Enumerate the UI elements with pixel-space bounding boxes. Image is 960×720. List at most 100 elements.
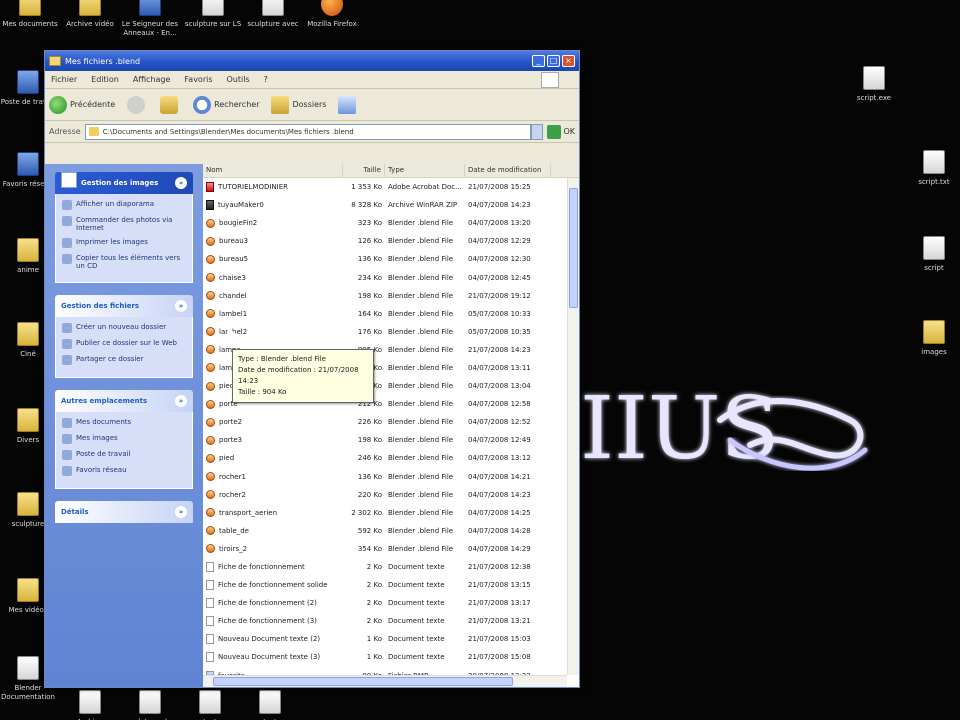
folders-button[interactable]: Dossiers (271, 95, 326, 114)
file-row[interactable]: Nouveau Document texte (3) 1 Ko Document t… (203, 648, 567, 666)
desktop-icon[interactable]: Mes documents (0, 0, 60, 29)
horizontal-scrollbar[interactable] (203, 675, 567, 687)
file-row[interactable]: transport_aerien 2 302 Ko Blender .blend F… (203, 504, 567, 522)
title-bar[interactable]: Mes fichiers .blend _ □ × (45, 51, 579, 71)
desktop-icon[interactable]: script.txt (904, 150, 960, 187)
desktop-icon[interactable]: sculpture avec (243, 0, 303, 29)
computer-icon (17, 70, 39, 94)
task-link[interactable]: Afficher un diaporama (62, 200, 186, 210)
file-date: 21/07/2008 14:23 (468, 345, 531, 354)
column-header-date[interactable]: Date de modification (465, 164, 551, 177)
task-link[interactable]: Publier ce dossier sur le Web (62, 339, 186, 349)
menu-item[interactable]: Edition (91, 75, 119, 84)
file-row[interactable]: lambel2 176 Ko Blender .blend File 05/07/20… (203, 323, 567, 341)
task-link[interactable]: Partager ce dossier (62, 355, 186, 365)
desktop-icon[interactable]: sculpture sur LS (183, 0, 243, 29)
column-header-name[interactable]: Nom (203, 164, 343, 177)
document-icon (923, 236, 945, 260)
collapse-chevron-icon[interactable]: » (175, 300, 187, 312)
back-button[interactable]: Précédente (49, 95, 115, 114)
file-row[interactable]: table_de 592 Ko Blender .blend File 04/07/2… (203, 522, 567, 540)
file-list[interactable]: Nom Taille Type Date de modification TUT… (203, 164, 579, 687)
forward-button[interactable] (127, 95, 148, 114)
file-row[interactable]: pied 246 Ko Blender .blend File 04/07/2008 … (203, 449, 567, 467)
desktop-icon[interactable]: Archive vidéo (60, 0, 120, 29)
desktop-icon[interactable]: Mozilla Firefox (302, 0, 362, 29)
desktop-icon[interactable]: Archive (60, 690, 120, 720)
file-row[interactable]: bureau3 126 Ko Blender .blend File 04/07/20… (203, 232, 567, 250)
menu-item[interactable]: Favoris (184, 75, 212, 84)
file-row[interactable]: TUTORIELMODINIER 1 353 Ko Adobe Acrobat Do… (203, 178, 567, 196)
file-row[interactable]: chandel 198 Ko Blender .blend File 21/07/20… (203, 287, 567, 305)
column-header-type[interactable]: Type (385, 164, 465, 177)
file-row[interactable]: bureau5 136 Ko Blender .blend File 04/07/20… (203, 250, 567, 268)
task-group-header[interactable]: Autres emplacements » (55, 390, 193, 412)
file-size: 246 Ko (357, 454, 382, 463)
menu-item[interactable]: Affichage (133, 75, 171, 84)
file-row[interactable]: porte3 198 Ko Blender .blend File 04/07/200… (203, 431, 567, 449)
menu-item[interactable]: Fichier (51, 75, 77, 84)
file-row[interactable]: Fiche de fonctionnement 2 Ko Document text… (203, 558, 567, 576)
menu-item[interactable]: Outils (227, 75, 250, 84)
scroll-thumb[interactable] (213, 677, 513, 686)
desktop-icon[interactable]: test (240, 690, 300, 720)
file-row[interactable]: lambel1 164 Ko Blender .blend File 05/07/20… (203, 305, 567, 323)
collapse-chevron-icon[interactable]: » (175, 506, 187, 518)
up-folder-button[interactable] (160, 95, 181, 114)
file-row[interactable]: favorite90 KoFichier BMP20/07/2008 12:32 (203, 667, 567, 675)
file-row[interactable]: chaise3 234 Ko Blender .blend File 04/07/20… (203, 268, 567, 286)
task-link[interactable]: Copier tous les éléments vers un CD (62, 254, 186, 270)
task-group-title: Gestion des fichiers (61, 302, 140, 310)
task-group-header[interactable]: Détails » (55, 501, 193, 523)
minimize-button[interactable]: _ (532, 55, 545, 67)
task-group-header[interactable]: Gestion des images » (55, 172, 193, 194)
maximize-button[interactable]: □ (547, 55, 560, 67)
vertical-scrollbar[interactable] (567, 178, 579, 675)
task-link[interactable]: Favoris réseau (62, 466, 186, 476)
file-name-cell: Nouveau Document texte (3) (203, 652, 343, 663)
task-link[interactable]: Mes images (62, 434, 186, 444)
file-type: Blender .blend File (388, 273, 454, 282)
desktop-icon[interactable]: script.exe (844, 66, 904, 103)
task-link[interactable]: Poste de travail (62, 450, 186, 460)
file-name: Fiche de fonctionnement (218, 563, 305, 572)
file-name-cell: Fiche de fonctionnement (2) (203, 598, 343, 609)
close-button[interactable]: × (562, 55, 575, 67)
file-row[interactable]: porte2 226 Ko Blender .blend File 04/07/200… (203, 413, 567, 431)
task-group-title: Autres emplacements (61, 397, 148, 405)
task-group-header[interactable]: Gestion des fichiers » (55, 295, 193, 317)
address-dropdown-button[interactable] (531, 123, 544, 140)
file-date: 05/07/2008 10:35 (468, 327, 531, 336)
file-row[interactable]: tiroirs_2 354 Ko Blender .blend File 04/07/… (203, 540, 567, 558)
file-row[interactable]: rocher1 136 Ko Blender .blend File 04/07/20… (203, 468, 567, 486)
desktop-icon[interactable]: images (904, 320, 960, 357)
views-button[interactable] (338, 95, 359, 114)
back-arrow-icon (49, 95, 67, 114)
desktop-icon[interactable]: script (904, 236, 960, 273)
collapse-chevron-icon[interactable]: » (175, 395, 187, 407)
file-row[interactable]: rocher2 220 Ko Blender .blend File 04/07/20… (203, 486, 567, 504)
menu-item[interactable]: ? (264, 75, 268, 84)
file-row[interactable]: bougieFin2 323 Ko Blender .blend File 04/07… (203, 214, 567, 232)
task-link[interactable]: Commander des photos via Internet (62, 216, 186, 232)
file-row[interactable]: tuyauMaker0 8 328 Ko Archive WinRAR ZIP 04/… (203, 196, 567, 214)
task-link[interactable]: Mes documents (62, 418, 186, 428)
task-link[interactable]: Créer un nouveau dossier (62, 323, 186, 333)
task-icon (62, 323, 72, 333)
desktop-icon[interactable]: Le Seigneur des Anneaux - En... (120, 0, 180, 38)
scroll-thumb[interactable] (569, 188, 578, 308)
address-input[interactable]: C:\Documents and Settings\Blender\Mes do… (84, 123, 532, 140)
desktop-icon[interactable]: sculpture cl... (120, 690, 180, 720)
file-row[interactable]: Fiche de fonctionnement solide 2 Ko Docume… (203, 576, 567, 594)
file-type: Document texte (388, 563, 445, 572)
file-row[interactable]: Fiche de fonctionnement (3) 2 Ko Document … (203, 612, 567, 630)
task-link[interactable]: Imprimer les images (62, 238, 186, 248)
desktop-icon[interactable]: test (180, 690, 240, 720)
collapse-chevron-icon[interactable]: » (175, 177, 187, 189)
file-row[interactable]: Nouveau Document texte (2) 1 Ko Document t… (203, 630, 567, 648)
document-icon (139, 690, 161, 714)
go-button[interactable]: OK (547, 124, 575, 139)
column-header-size[interactable]: Taille (343, 164, 385, 177)
file-row[interactable]: Fiche de fonctionnement (2) 2 Ko Document … (203, 594, 567, 612)
search-button[interactable]: Rechercher (193, 95, 259, 114)
